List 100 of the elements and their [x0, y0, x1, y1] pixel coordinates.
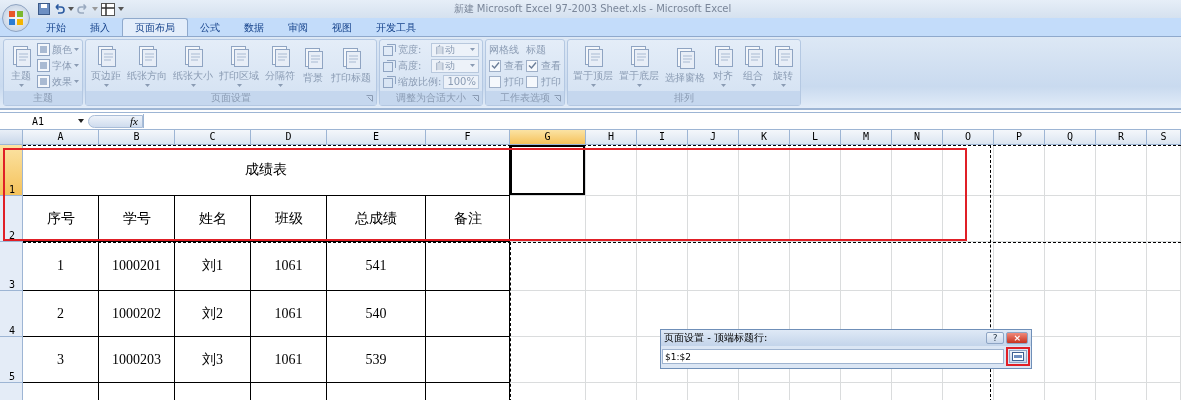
- insert-function-button[interactable]: fx: [130, 115, 138, 127]
- column-header[interactable]: A: [23, 130, 99, 145]
- name-box[interactable]: A1: [0, 115, 88, 127]
- caret-icon: [636, 84, 642, 87]
- help-button[interactable]: ?: [985, 332, 1005, 344]
- resize-icon: [383, 43, 396, 56]
- column-heading: 序号: [23, 196, 99, 242]
- empty-cell[interactable]: [426, 242, 510, 291]
- column-header[interactable]: N: [892, 130, 943, 145]
- caret-icon: [18, 84, 24, 87]
- table-cell: 1: [23, 242, 99, 291]
- palette-icon: [37, 43, 50, 56]
- checkmark-icon: [527, 61, 537, 70]
- caret-icon[interactable]: [68, 7, 74, 11]
- column-header[interactable]: Q: [1045, 130, 1096, 145]
- table-cell: 1061: [251, 242, 327, 291]
- office-button[interactable]: [2, 4, 30, 32]
- palette-icon: [37, 59, 50, 72]
- selected-cell[interactable]: [510, 145, 586, 196]
- field-label: 缩放比例:: [398, 74, 442, 89]
- caret-icon: [780, 84, 786, 87]
- column-header[interactable]: B: [99, 130, 175, 145]
- column-heading: 班级: [251, 196, 327, 242]
- empty-cell[interactable]: [426, 337, 510, 383]
- row-header[interactable]: 5: [0, 337, 23, 383]
- caret-icon: [470, 64, 476, 67]
- freeze-panes-icon[interactable]: [101, 2, 115, 16]
- table-cell: 539: [327, 337, 426, 383]
- caret-icon: [74, 80, 79, 83]
- column-header[interactable]: D: [251, 130, 327, 145]
- column-heading: 姓名: [175, 196, 251, 242]
- ribbon-tab[interactable]: 开发工具: [364, 19, 428, 36]
- table-cell: 1000202: [99, 291, 175, 337]
- select-all-corner[interactable]: [0, 130, 23, 145]
- column-header[interactable]: I: [637, 130, 688, 145]
- column-heading: 学号: [99, 196, 175, 242]
- column-header[interactable]: M: [841, 130, 892, 145]
- table-cell: 刘3: [175, 337, 251, 383]
- resize-icon: [383, 59, 396, 72]
- field-label: 宽度:: [398, 42, 422, 57]
- collapse-dialog-icon: [1012, 352, 1024, 361]
- field-label: 高度:: [398, 58, 422, 73]
- row-header[interactable]: 3: [0, 242, 23, 291]
- ribbon-tab[interactable]: 公式: [188, 19, 232, 36]
- window-title: 新建 Microsoft Excel 97-2003 Sheet.xls - Microsoft Excel: [453, 2, 733, 16]
- column-header[interactable]: S: [1147, 130, 1181, 145]
- caret-icon: [590, 84, 596, 87]
- table-cell: 1000201: [99, 242, 175, 291]
- ribbon-tab[interactable]: 页面布局: [122, 18, 188, 36]
- ribbon-tab[interactable]: 视图: [320, 19, 364, 36]
- checkmark-icon: [490, 61, 500, 70]
- column-header[interactable]: H: [586, 130, 637, 145]
- caret-icon: [190, 84, 196, 87]
- table-title: 成绩表: [23, 145, 510, 196]
- row-header[interactable]: [0, 383, 23, 400]
- row-header[interactable]: 4: [0, 291, 23, 337]
- column-header[interactable]: F: [426, 130, 510, 145]
- column-header[interactable]: K: [739, 130, 790, 145]
- resize-icon: [383, 75, 396, 88]
- caret-icon: [277, 84, 283, 87]
- caret-icon: [144, 84, 150, 87]
- empty-cell[interactable]: [426, 291, 510, 337]
- table-cell: 1061: [251, 291, 327, 337]
- table-cell: 1000203: [99, 337, 175, 383]
- column-header[interactable]: J: [688, 130, 739, 145]
- caret-icon: [470, 48, 476, 51]
- ribbon-tab[interactable]: 数据: [232, 19, 276, 36]
- column-header[interactable]: P: [994, 130, 1045, 145]
- table-cell: 1061: [251, 337, 327, 383]
- office-logo-icon: [8, 10, 24, 26]
- column-heading: 总成绩: [327, 196, 426, 242]
- caret-icon: [103, 84, 109, 87]
- table-cell: 3: [23, 337, 99, 383]
- table-cell: 刘1: [175, 242, 251, 291]
- caret-icon: [236, 84, 242, 87]
- caret-icon[interactable]: [118, 7, 124, 11]
- column-header[interactable]: L: [790, 130, 841, 145]
- close-button[interactable]: ×: [1006, 332, 1028, 344]
- caret-icon: [74, 64, 79, 67]
- ribbon-tab[interactable]: 审阅: [276, 19, 320, 36]
- option-heading: 网格线: [489, 42, 521, 57]
- column-header[interactable]: R: [1096, 130, 1147, 145]
- palette-icon: [37, 75, 50, 88]
- caret-icon: [74, 48, 79, 51]
- caret-icon: [78, 119, 84, 123]
- dialog-title: 页面设置 - 顶端标题行:: [664, 331, 768, 345]
- undo-icon[interactable]: [53, 3, 65, 15]
- column-heading: 备注: [426, 196, 510, 242]
- column-header[interactable]: C: [175, 130, 251, 145]
- caret-icon: [720, 84, 726, 87]
- column-header[interactable]: O: [943, 130, 994, 145]
- column-header[interactable]: G: [510, 130, 586, 145]
- ribbon-tab[interactable]: 开始: [34, 19, 78, 36]
- save-icon[interactable]: [38, 3, 50, 15]
- option-heading: 标题: [526, 42, 548, 57]
- column-header[interactable]: E: [327, 130, 426, 145]
- table-cell: 刘2: [175, 291, 251, 337]
- title-rows-input[interactable]: $1:$2: [662, 349, 1004, 364]
- table-cell: 541: [327, 242, 426, 291]
- ribbon-tab[interactable]: 插入: [78, 19, 122, 36]
